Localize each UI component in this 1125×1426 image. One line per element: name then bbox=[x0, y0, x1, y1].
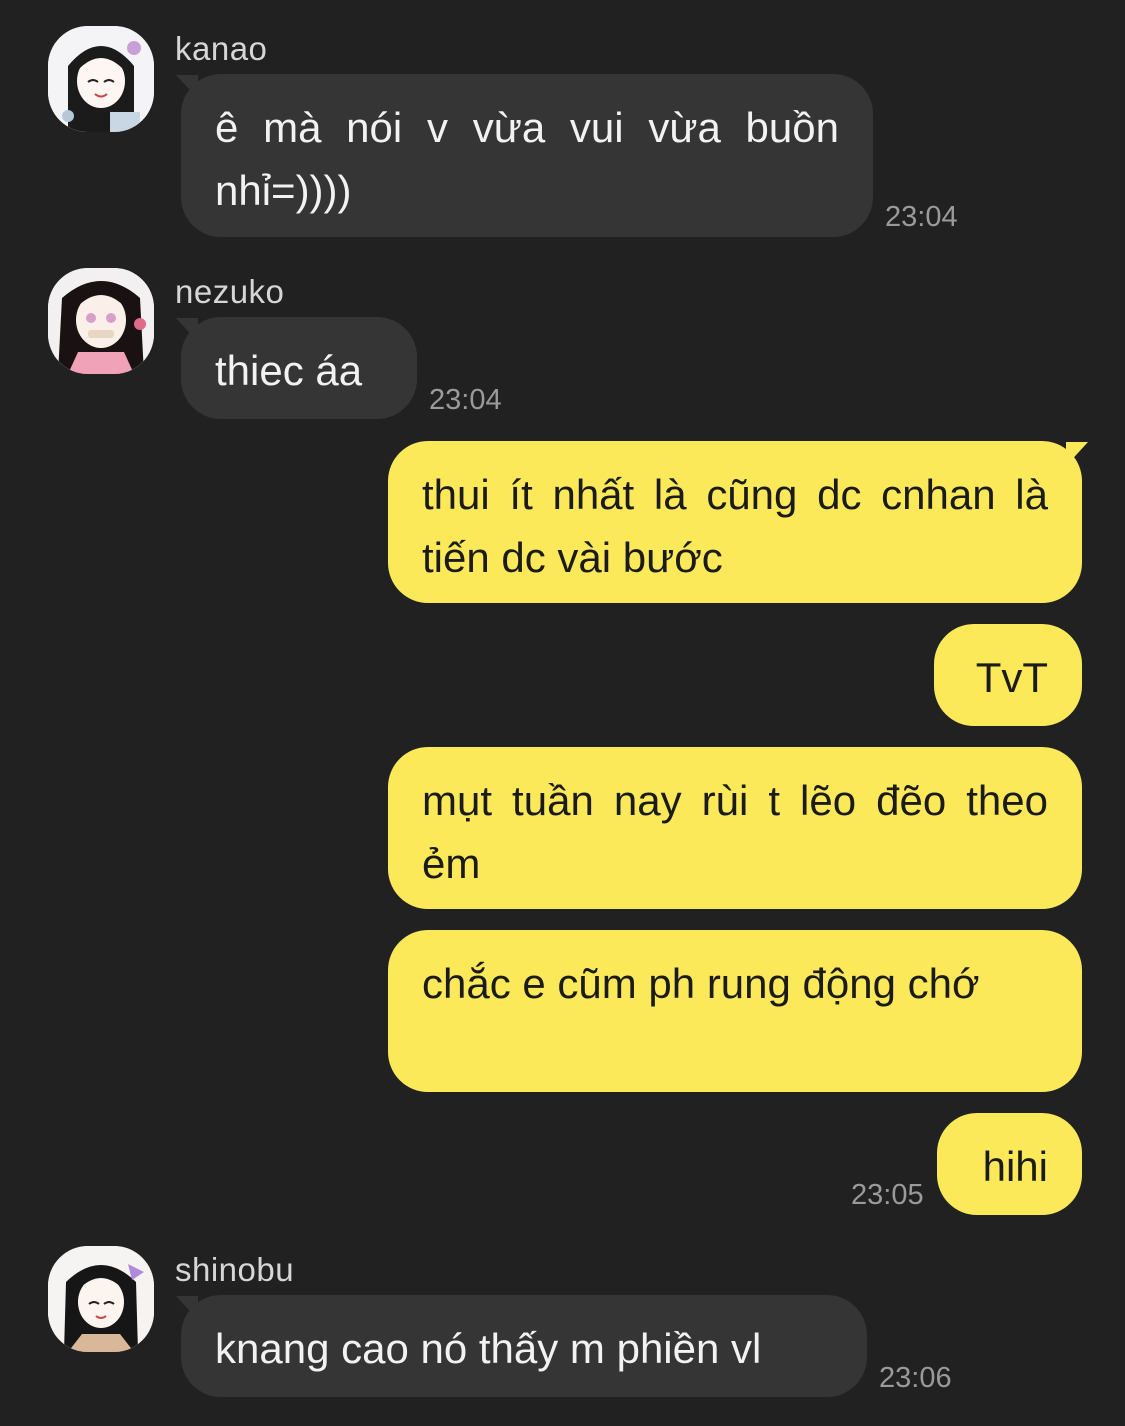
avatar-kanao[interactable] bbox=[48, 26, 154, 132]
sender-name-shinobu: shinobu bbox=[175, 1251, 295, 1288]
sender-name-nezuko: nezuko bbox=[175, 273, 285, 310]
message-timestamp: 23:04 bbox=[429, 384, 502, 416]
sender-name-kanao: kanao bbox=[175, 30, 268, 67]
message-bubble-incoming[interactable]: knang cao nó thấy m phiền vl bbox=[181, 1295, 867, 1397]
avatar-shinobu[interactable] bbox=[48, 1246, 154, 1352]
message-bubble-incoming[interactable]: ê mà nói v vừa vui vừa buồn nhỉ=)))) bbox=[181, 74, 873, 237]
nezuko-avatar-icon bbox=[48, 268, 154, 374]
message-timestamp: 23:06 bbox=[879, 1362, 952, 1394]
message-timestamp: 23:04 bbox=[885, 201, 958, 233]
kanao-avatar-icon bbox=[48, 26, 154, 132]
message-bubble-outgoing[interactable]: thui ít nhất là cũng dc cnhan là tiến dc… bbox=[388, 441, 1082, 603]
avatar-nezuko[interactable] bbox=[48, 268, 154, 374]
shinobu-avatar-icon bbox=[48, 1246, 154, 1352]
message-bubble-outgoing[interactable]: mụt tuần nay rùi t lẽo đẽo theo ẻm bbox=[388, 747, 1082, 909]
message-bubble-outgoing[interactable]: chắc e cũm ph rung động chớ bbox=[388, 930, 1082, 1092]
message-bubble-outgoing[interactable]: TvT bbox=[934, 624, 1082, 726]
message-bubble-outgoing[interactable]: hihi bbox=[937, 1113, 1082, 1215]
message-bubble-incoming[interactable]: thiec áa bbox=[181, 317, 417, 419]
message-timestamp: 23:05 bbox=[851, 1179, 924, 1211]
